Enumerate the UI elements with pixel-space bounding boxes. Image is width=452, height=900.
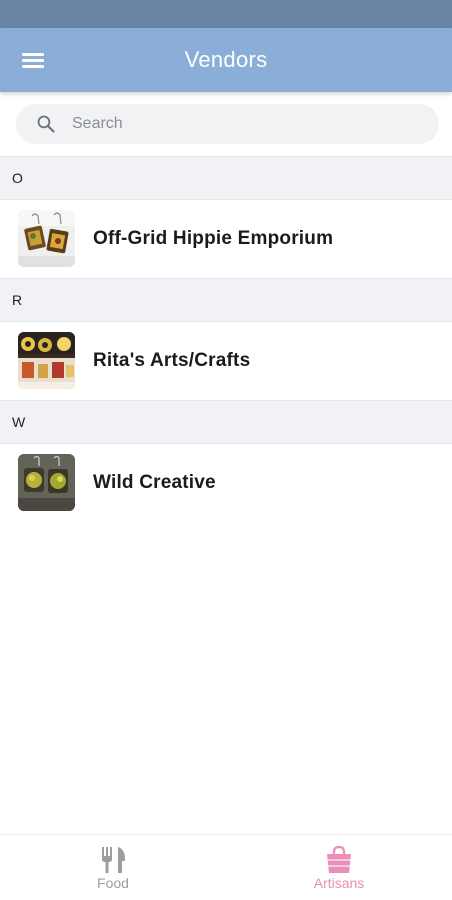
search-input[interactable]	[72, 104, 422, 144]
page-title: Vendors	[184, 47, 268, 72]
tab-food[interactable]: Food	[0, 835, 226, 900]
vendor-thumbnail	[18, 210, 75, 267]
vendor-thumbnail	[18, 454, 75, 511]
shopping-bag-icon	[327, 845, 351, 873]
list-item-vendor[interactable]: Rita's Arts/Crafts	[0, 322, 452, 400]
menu-icon[interactable]	[13, 40, 53, 80]
search-icon	[37, 115, 55, 133]
bottom-nav: Food Artisans	[0, 834, 452, 900]
vendor-name: Rita's Arts/Crafts	[93, 350, 251, 371]
list-item-vendor[interactable]: Wild Creative	[0, 444, 452, 522]
section-header-w: W	[0, 400, 452, 444]
tab-label: Food	[97, 875, 129, 891]
search-bar[interactable]	[16, 104, 439, 144]
app-bar: Vendors	[0, 28, 452, 92]
section-header-o: O	[0, 156, 452, 200]
fork-knife-icon	[102, 847, 125, 873]
vendor-name: Wild Creative	[93, 472, 216, 493]
notification-icon: "	[24, 0, 27, 6]
status-bar: "	[0, 0, 452, 28]
vendor-thumbnail	[18, 332, 75, 389]
tab-label: Artisans	[313, 875, 365, 891]
list-item-vendor[interactable]: Off-Grid Hippie Emporium	[0, 200, 452, 278]
tab-artisans[interactable]: Artisans	[226, 835, 452, 900]
section-header-r: R	[0, 278, 452, 322]
vendor-name: Off-Grid Hippie Emporium	[93, 228, 334, 249]
